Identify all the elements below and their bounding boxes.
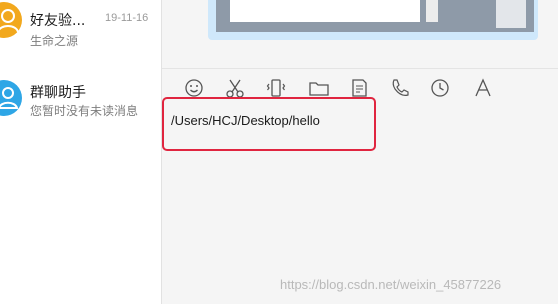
- avatar: [0, 80, 22, 116]
- input-divider: [162, 68, 558, 69]
- conversation-item-group-assistant[interactable]: 群聊助手 您暂时没有未读消息: [0, 74, 161, 130]
- highlight-annotation: [162, 97, 376, 151]
- conversation-sidebar: 好友验... 19-11-16 生命之源 群聊助手 您暂时没有未读消息: [0, 0, 162, 304]
- phone-icon[interactable]: [388, 76, 412, 100]
- message-screenshot-image[interactable]: [216, 0, 534, 32]
- conversation-name: 好友验...: [30, 13, 86, 29]
- person-icon: [0, 9, 19, 33]
- conversation-preview: 生命之源: [30, 34, 79, 48]
- conversation-time: 19-11-16: [105, 12, 149, 24]
- conversation-preview: 您暂时没有未读消息: [30, 104, 139, 118]
- avatar: [0, 2, 22, 38]
- font-icon[interactable]: [471, 76, 495, 100]
- watermark-text: https://blog.csdn.net/weixin_45877226: [280, 277, 502, 292]
- group-icon: [0, 87, 19, 109]
- conversation-item-friend-verification[interactable]: 好友验... 19-11-16 生命之源: [0, 0, 161, 56]
- conversation-name: 群聊助手: [30, 85, 86, 101]
- clock-icon[interactable]: [428, 76, 452, 100]
